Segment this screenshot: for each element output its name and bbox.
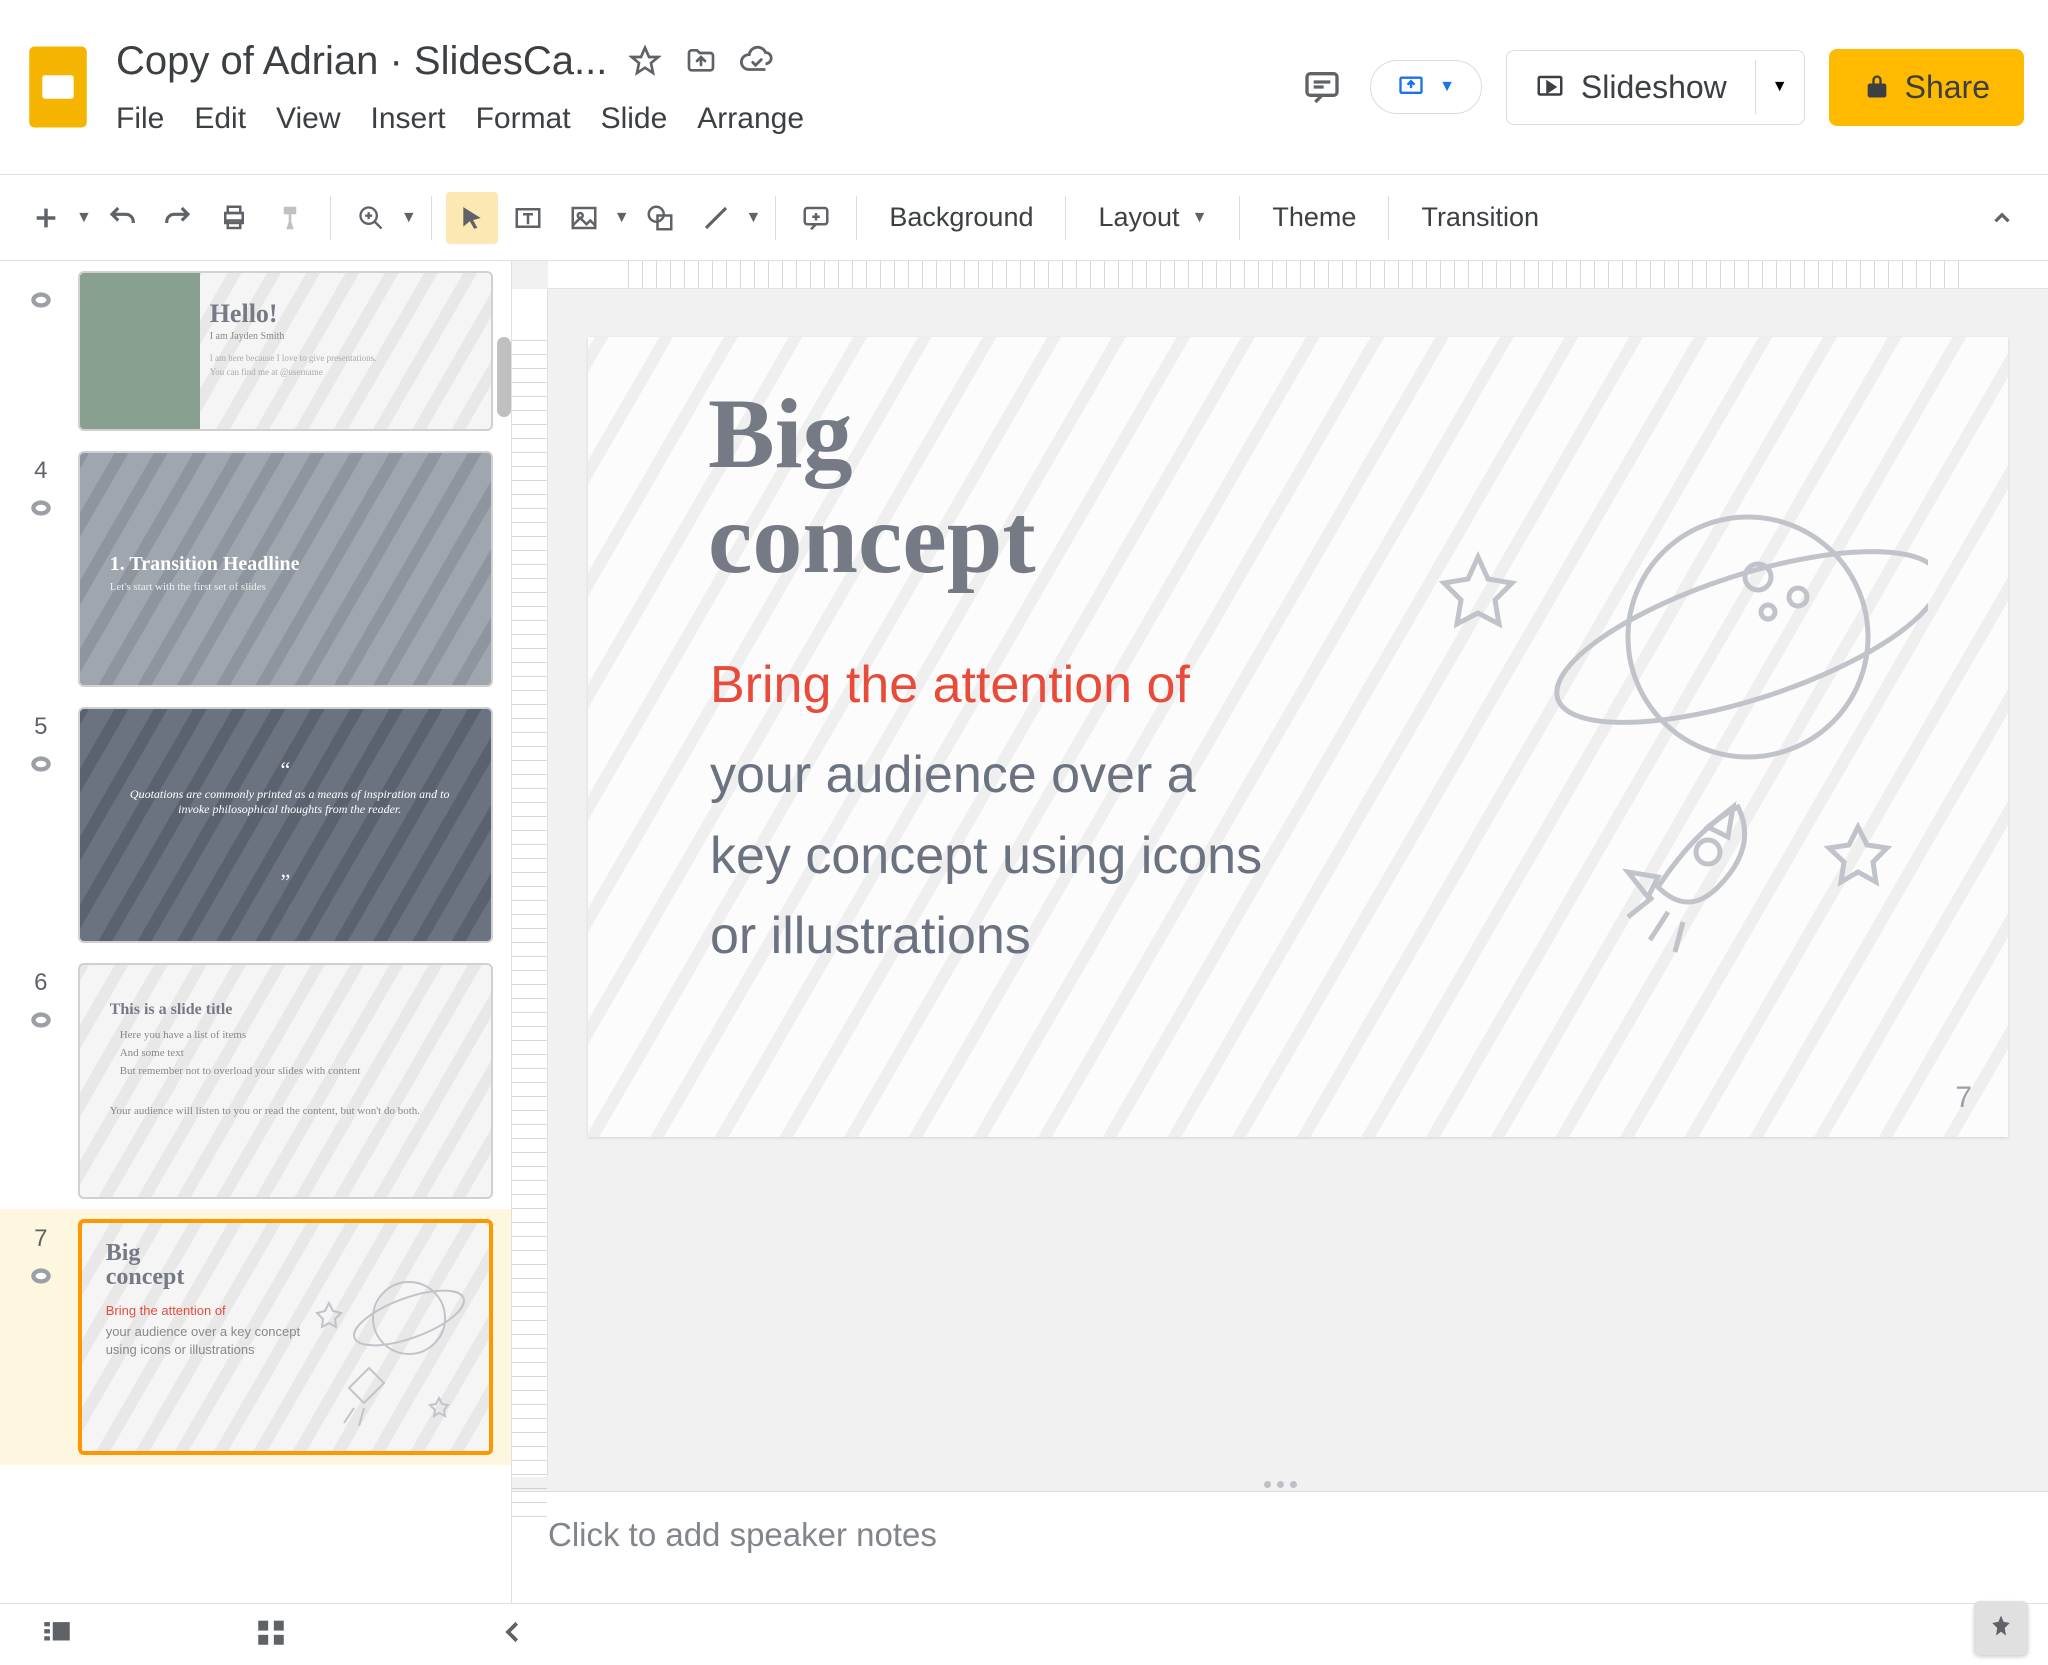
- chevron-down-icon: ▼: [1772, 78, 1788, 95]
- star-icon[interactable]: [627, 43, 663, 79]
- thumb-text: I am here because I love to give present…: [210, 353, 377, 363]
- quote-icon: “: [280, 757, 290, 783]
- speaker-notes-icon: [28, 1263, 54, 1289]
- slide-number: 7: [34, 1225, 47, 1253]
- menu-edit[interactable]: Edit: [194, 102, 246, 136]
- image-button[interactable]: ▼: [558, 192, 630, 244]
- layout-button[interactable]: Layout▼: [1080, 192, 1225, 243]
- explore-button[interactable]: [1974, 1601, 2028, 1655]
- share-button[interactable]: Share: [1829, 49, 2024, 126]
- thumb-text: Bring the attention of: [106, 1303, 226, 1318]
- add-comment-button[interactable]: [790, 192, 842, 244]
- text-box-button[interactable]: [502, 192, 554, 244]
- slide-canvas[interactable]: Bigconcept Bring the attention of your a…: [588, 337, 2008, 1137]
- thumb-title: 1. Transition Headline: [110, 553, 300, 576]
- paint-format-button[interactable]: [264, 192, 316, 244]
- filmstrip-view-icon[interactable]: [40, 1615, 74, 1654]
- chevron-down-icon: ▼: [401, 209, 417, 227]
- thumbnail-slide[interactable]: Hello! I am Jayden Smith I am here becau…: [78, 271, 493, 431]
- notes-resize-handle[interactable]: [512, 1477, 2048, 1491]
- speaker-notes-icon: [28, 1007, 54, 1033]
- chevron-down-icon: ▼: [614, 209, 630, 227]
- slideshow-dropdown[interactable]: ▼: [1755, 60, 1804, 114]
- vertical-ruler: [512, 289, 548, 1477]
- chevron-down-icon: ▼: [1192, 209, 1208, 227]
- quote-icon: ”: [280, 869, 290, 895]
- speaker-notes-icon: [28, 495, 54, 521]
- thumb-title: This is a slide title: [110, 1001, 233, 1019]
- share-label: Share: [1905, 69, 1990, 106]
- chevron-down-icon: ▼: [1439, 78, 1455, 96]
- new-slide-button[interactable]: ▼: [20, 192, 92, 244]
- thumb-text: Let's start with the first set of slides: [110, 581, 266, 593]
- thumb-text: But remember not to overload your slides…: [120, 1065, 460, 1077]
- transition-button[interactable]: Transition: [1403, 192, 1557, 243]
- chevron-down-icon: ▼: [746, 209, 762, 227]
- speaker-notes-icon: [28, 751, 54, 777]
- canvas[interactable]: Bigconcept Bring the attention of your a…: [548, 289, 2048, 1477]
- line-button[interactable]: ▼: [690, 192, 762, 244]
- slide-subtitle[interactable]: Bring the attention of: [710, 655, 1190, 715]
- zoom-button[interactable]: ▼: [345, 192, 417, 244]
- slides-logo[interactable]: [24, 41, 92, 133]
- thumbnail-slide[interactable]: 1. Transition Headline Let's start with …: [78, 451, 493, 687]
- thumbnail-slide[interactable]: This is a slide title Here you have a li…: [78, 963, 493, 1199]
- thumb-title: Bigconcept: [106, 1241, 185, 1289]
- horizontal-ruler: [548, 261, 2048, 289]
- thumb-text: your audience over a key concept using i…: [106, 1323, 306, 1359]
- background-button[interactable]: Background: [871, 192, 1051, 243]
- thumb-text: And some text: [120, 1047, 184, 1059]
- cloud-status-icon[interactable]: [739, 43, 775, 79]
- thumbnail-slide-selected[interactable]: Bigconcept Bring the attention of your a…: [78, 1219, 493, 1455]
- speaker-notes-icon: [28, 287, 54, 313]
- menu-insert[interactable]: Insert: [371, 102, 446, 136]
- thumbnail-panel[interactable]: Hello! I am Jayden Smith I am here becau…: [0, 261, 512, 1603]
- menu-view[interactable]: View: [276, 102, 340, 136]
- menu-format[interactable]: Format: [476, 102, 571, 136]
- scrollbar-thumb[interactable]: [497, 337, 511, 417]
- slide-number: 5: [34, 713, 47, 741]
- speaker-notes[interactable]: Click to add speaker notes: [512, 1491, 2048, 1603]
- chevron-down-icon: ▼: [76, 209, 92, 227]
- thumb-text: Here you have a list of items: [120, 1029, 246, 1041]
- menu-file[interactable]: File: [116, 102, 164, 136]
- move-to-drive-icon[interactable]: [683, 43, 719, 79]
- present-dropdown[interactable]: ▼: [1370, 60, 1482, 114]
- redo-button[interactable]: [152, 192, 204, 244]
- comments-icon[interactable]: [1298, 63, 1346, 111]
- thumb-text: Your audience will listen to you or read…: [110, 1105, 460, 1117]
- slide-number: 4: [34, 457, 47, 485]
- undo-button[interactable]: [96, 192, 148, 244]
- slide-page-number: 7: [1955, 1081, 1972, 1115]
- thumb-title: Hello!: [210, 299, 278, 329]
- thumb-text: You can find me at @username: [210, 367, 323, 377]
- collapse-toolbar-icon[interactable]: [1976, 192, 2028, 244]
- slideshow-button[interactable]: Slideshow: [1507, 51, 1755, 124]
- print-button[interactable]: [208, 192, 260, 244]
- slide-title[interactable]: Bigconcept: [708, 381, 1036, 591]
- slideshow-label: Slideshow: [1581, 69, 1727, 106]
- illustration-icon[interactable]: [1408, 457, 1928, 1017]
- shape-button[interactable]: [634, 192, 686, 244]
- thumb-text: I am Jayden Smith: [210, 331, 285, 342]
- menu-arrange[interactable]: Arrange: [697, 102, 804, 136]
- menu-slide[interactable]: Slide: [601, 102, 668, 136]
- theme-button[interactable]: Theme: [1254, 192, 1374, 243]
- slide-number: 6: [34, 969, 47, 997]
- thumb-text: Quotations are commonly printed as a mea…: [130, 787, 450, 817]
- select-tool[interactable]: [446, 192, 498, 244]
- document-title[interactable]: Copy of Adrian · SlidesCa...: [116, 39, 607, 84]
- thumbnail-slide[interactable]: “ Quotations are commonly printed as a m…: [78, 707, 493, 943]
- doodle-icon: [309, 1263, 469, 1433]
- chevron-left-icon[interactable]: [498, 1617, 528, 1652]
- slide-body[interactable]: your audience over akey concept using ic…: [710, 735, 1262, 977]
- grid-view-icon[interactable]: [254, 1615, 288, 1654]
